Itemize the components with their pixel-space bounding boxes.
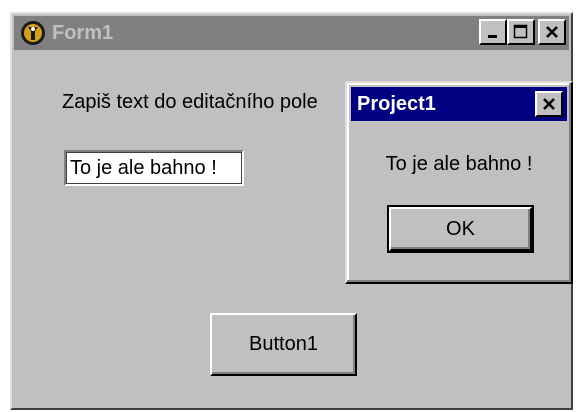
dialog-message: To je ale bahno ! [385,153,533,175]
dialog-title: Project1 [357,92,436,115]
button1[interactable]: Button1 [210,313,357,376]
title-bar[interactable]: Form1 [14,16,569,50]
minimize-icon [488,35,497,38]
dialog-close-button[interactable] [535,91,563,117]
close-button[interactable] [538,19,566,45]
instruction-label: Zapiš text do editačního pole [62,91,318,113]
maximize-icon [513,24,528,39]
maximize-button[interactable] [507,19,535,45]
message-dialog: Project1 To je ale bahno ! OK [345,81,573,284]
ok-button[interactable]: OK [387,205,534,253]
dialog-title-bar[interactable]: Project1 [351,87,567,121]
text-edit-field[interactable]: To je ale bahno ! [64,150,244,186]
window-title: Form1 [52,21,114,44]
delphi-app-icon[interactable] [20,20,46,46]
close-icon [546,26,558,38]
minimize-button[interactable] [479,19,507,45]
close-icon [543,98,555,110]
window-controls [479,19,566,45]
